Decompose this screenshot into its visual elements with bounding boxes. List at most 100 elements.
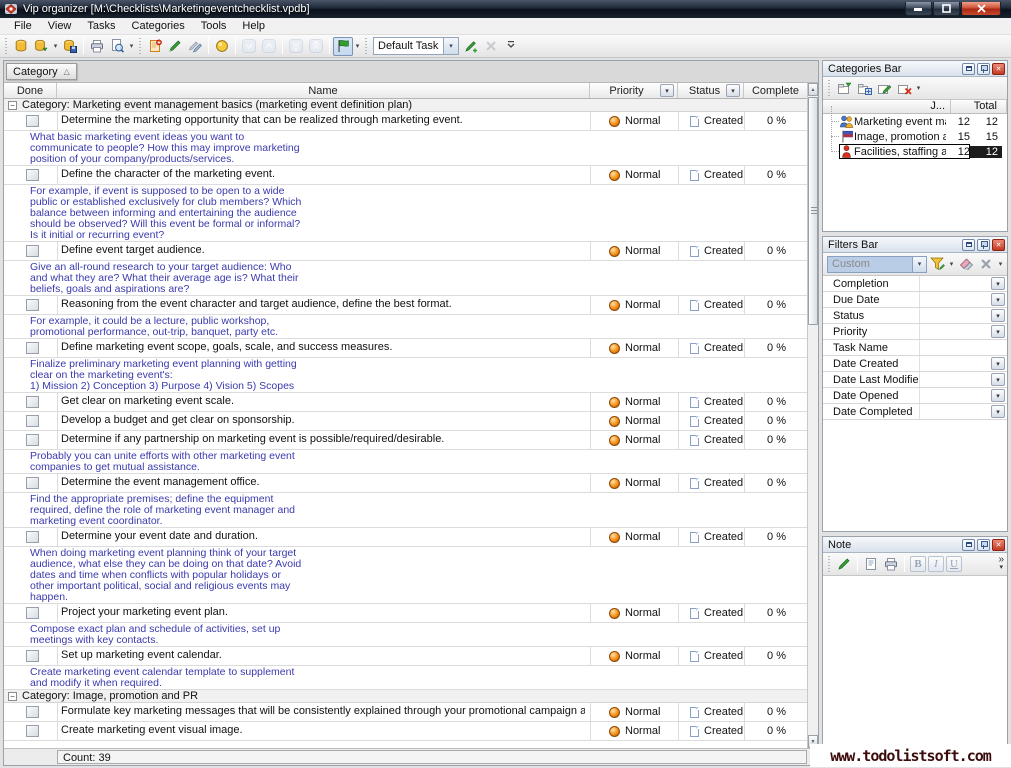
template-add-button[interactable] (461, 37, 481, 56)
categories-column-total[interactable]: Total (974, 100, 997, 112)
note-print-button[interactable] (881, 555, 901, 574)
category-group-row[interactable]: −Category: Marketing event management ba… (4, 99, 807, 112)
note-pin-button[interactable] (977, 539, 990, 551)
filter-value-dropdown[interactable]: ▾ (991, 309, 1005, 322)
filter-value-dropdown[interactable]: ▾ (991, 293, 1005, 306)
task-done-checkbox[interactable] (26, 169, 39, 181)
filters-pin-button[interactable] (977, 239, 990, 251)
task-edit-button[interactable] (165, 37, 185, 56)
task-done-checkbox[interactable] (26, 434, 39, 446)
task-done-checkbox[interactable] (26, 725, 39, 737)
category-group-row[interactable]: −Category: Image, promotion and PR (4, 690, 807, 703)
note-preview-button[interactable] (861, 555, 881, 574)
status-filter-dropdown[interactable]: ▾ (726, 84, 740, 97)
filter-preset-combobox[interactable]: Custom ▾ (827, 256, 927, 273)
task-row[interactable]: Define marketing event scope, goals, sca… (4, 339, 807, 358)
task-row[interactable]: Determine if any partnership on marketin… (4, 431, 807, 450)
collapse-group-icon[interactable]: − (8, 101, 17, 110)
categories-toolbar-overflow-icon[interactable]: ▾ (914, 84, 923, 92)
highlight-flag-dropdown-icon[interactable]: ▾ (353, 42, 362, 50)
database-save-button[interactable] (60, 37, 80, 56)
note-edit-button[interactable] (834, 555, 854, 574)
scrollbar-thumb[interactable] (808, 97, 818, 325)
column-header-priority[interactable]: Priority ▾ (590, 83, 678, 98)
task-row[interactable]: Set up marketing event calendar.NormalCr… (4, 647, 807, 666)
vertical-scrollbar[interactable]: ▲ ▼ (807, 83, 818, 748)
category-item[interactable]: Image, promotion and P1515 (823, 129, 1007, 144)
category-new-button[interactable] (834, 79, 854, 98)
task-template-dropdown-icon[interactable]: ▾ (443, 38, 458, 54)
highlight-flag-button[interactable] (333, 37, 353, 56)
categories-pin-button[interactable] (977, 63, 990, 75)
task-row[interactable]: Determine your event date and duration.N… (4, 528, 807, 547)
categories-close-button[interactable]: ✕ (992, 63, 1005, 75)
filters-toolbar-overflow-icon[interactable]: ▾ (996, 260, 1005, 268)
overflow-button[interactable] (501, 37, 521, 56)
task-row[interactable]: Formulate key marketing messages that wi… (4, 703, 807, 722)
format-italic-button[interactable]: I (928, 556, 944, 572)
menu-tools[interactable]: Tools (193, 19, 235, 33)
task-done-checkbox[interactable] (26, 396, 39, 408)
task-done-checkbox[interactable] (26, 650, 39, 662)
menu-file[interactable]: File (6, 19, 40, 33)
close-button[interactable] (961, 2, 1001, 16)
filter-preset-dropdown-icon[interactable]: ▾ (912, 257, 926, 272)
priority-filter-dropdown[interactable]: ▾ (660, 84, 674, 97)
task-done-checkbox[interactable] (26, 245, 39, 257)
task-done-checkbox[interactable] (26, 342, 39, 354)
filters-minimize-button[interactable] (962, 239, 975, 251)
maximize-button[interactable] (933, 2, 960, 16)
menu-tasks[interactable]: Tasks (79, 19, 123, 33)
filter-value-dropdown[interactable]: ▾ (991, 277, 1005, 290)
task-done-checkbox[interactable] (26, 115, 39, 127)
categories-column-j[interactable]: J... (930, 100, 945, 112)
task-row[interactable]: Determine the event management office.No… (4, 474, 807, 493)
column-header-status[interactable]: Status ▾ (678, 83, 744, 98)
print-preview-button[interactable] (107, 37, 127, 56)
clear-filter-button[interactable] (976, 255, 996, 274)
task-row[interactable]: Determine the marketing opportunity that… (4, 112, 807, 131)
category-item[interactable]: Marketing event manage1212 (823, 114, 1007, 129)
database-open-dropdown-icon[interactable]: ▾ (51, 42, 60, 50)
task-done-checkbox[interactable] (26, 299, 39, 311)
menu-help[interactable]: Help (234, 19, 273, 33)
task-row[interactable]: Get clear on marketing event scale.Norma… (4, 393, 807, 412)
eraser-button[interactable] (956, 255, 976, 274)
categories-minimize-button[interactable] (962, 63, 975, 75)
task-new-button[interactable] (145, 37, 165, 56)
task-clone-button[interactable] (185, 37, 205, 56)
task-row[interactable]: Reasoning from the event character and t… (4, 296, 807, 315)
collapse-group-icon[interactable]: − (8, 692, 17, 701)
task-complete-button[interactable] (212, 37, 232, 56)
task-template-combobox[interactable]: Default Task▾ (373, 37, 459, 55)
task-done-checkbox[interactable] (26, 415, 39, 427)
subcategory-new-button[interactable] (854, 79, 874, 98)
database-new-button[interactable] (11, 37, 31, 56)
category-item[interactable]: Facilities, staffing and tr1212 (823, 144, 1007, 159)
task-row[interactable]: Define the character of the marketing ev… (4, 166, 807, 185)
category-delete-button[interactable] (894, 79, 914, 98)
print-button[interactable] (87, 37, 107, 56)
filters-close-button[interactable]: ✕ (992, 239, 1005, 251)
scroll-up-button[interactable]: ▲ (808, 83, 818, 96)
task-done-checkbox[interactable] (26, 607, 39, 619)
format-underline-button[interactable]: U (946, 556, 962, 572)
filter-apply-button[interactable] (927, 255, 947, 274)
column-header-name[interactable]: Name (57, 83, 590, 98)
task-done-checkbox[interactable] (26, 531, 39, 543)
menu-categories[interactable]: Categories (124, 19, 193, 33)
column-header-complete[interactable]: Complete (744, 83, 807, 98)
format-bold-button[interactable]: B (910, 556, 926, 572)
task-done-checkbox[interactable] (26, 706, 39, 718)
minimize-button[interactable] (905, 2, 932, 16)
note-minimize-button[interactable] (962, 539, 975, 551)
category-edit-button[interactable] (874, 79, 894, 98)
print-preview-dropdown-icon[interactable]: ▾ (127, 42, 136, 50)
filter-value-dropdown[interactable]: ▾ (991, 325, 1005, 338)
task-row[interactable]: Project your marketing event plan.Normal… (4, 604, 807, 623)
task-row[interactable]: Define event target audience.NormalCreat… (4, 242, 807, 261)
filter-apply-dropdown-icon[interactable]: ▾ (947, 260, 956, 268)
task-row[interactable]: Develop a budget and get clear on sponso… (4, 412, 807, 431)
group-by-category-chip[interactable]: Category △ (6, 63, 77, 80)
filter-value-dropdown[interactable]: ▾ (991, 373, 1005, 386)
